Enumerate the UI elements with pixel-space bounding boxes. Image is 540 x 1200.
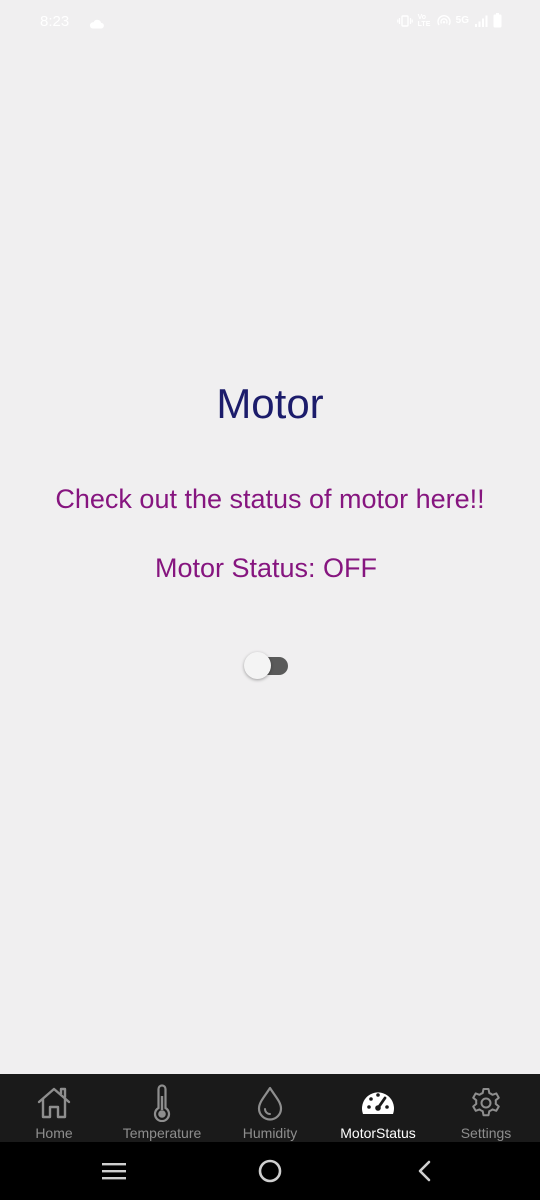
system-nav-bar (0, 1142, 540, 1200)
motor-toggle-switch[interactable] (244, 652, 290, 680)
cloud-icon (89, 16, 104, 34)
circle-home-icon (258, 1159, 282, 1183)
hotspot-icon (436, 14, 451, 27)
recents-icon (102, 1163, 126, 1180)
motor-status-text: Motor Status: OFF (154, 553, 378, 583)
home-icon (34, 1083, 74, 1123)
thermometer-icon (142, 1083, 182, 1123)
nav-item-temperature[interactable]: Temperature (108, 1074, 216, 1142)
recents-button[interactable] (99, 1156, 129, 1186)
nav-label-home: Home (35, 1125, 73, 1141)
nav-item-settings[interactable]: Settings (432, 1074, 540, 1142)
nav-item-motorstatus[interactable]: MotorStatus (324, 1074, 432, 1142)
nav-label-motorstatus: MotorStatus (340, 1125, 416, 1141)
nav-item-home[interactable]: Home (0, 1074, 108, 1142)
toggle-thumb (244, 652, 271, 679)
signal-icon (474, 15, 488, 27)
home-system-button[interactable] (255, 1156, 285, 1186)
nav-label-temperature: Temperature (122, 1125, 202, 1141)
status-bar: 8:23 Vo LTE 5G (0, 0, 540, 44)
bottom-nav: Home Temperature Humidity MotorStatus Se… (0, 1074, 540, 1142)
speedometer-icon (358, 1083, 398, 1123)
status-time: 8:23 (40, 13, 70, 30)
page-title: Motor (216, 380, 324, 427)
droplet-icon (250, 1083, 290, 1123)
vibrate-icon (396, 14, 413, 27)
back-button[interactable] (410, 1156, 440, 1186)
volte-label: Vo LTE (417, 13, 431, 28)
nav-label-humidity: Humidity (242, 1125, 298, 1141)
nav-item-humidity[interactable]: Humidity (216, 1074, 324, 1142)
network-type-label: 5G (455, 15, 469, 26)
nav-label-settings: Settings (460, 1125, 512, 1141)
status-icons: Vo LTE 5G (396, 13, 502, 28)
app-screen: 8:23 Vo LTE 5G Motor Check out the statu… (0, 0, 540, 1200)
back-chevron-icon (418, 1160, 431, 1182)
page-subtitle: Check out the status of motor here!! (55, 484, 485, 514)
gear-icon (466, 1083, 506, 1123)
battery-icon (493, 13, 502, 28)
